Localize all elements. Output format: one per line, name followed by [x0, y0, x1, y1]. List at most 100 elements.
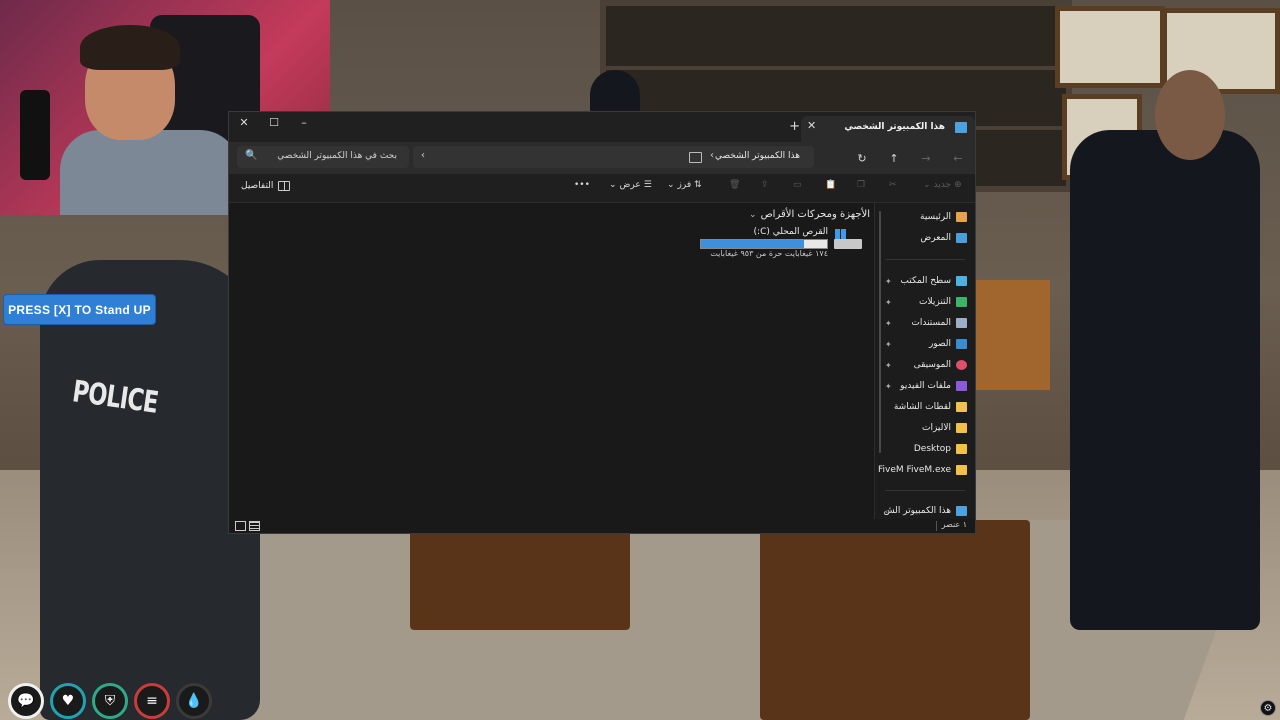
- nav-item-downloads[interactable]: التنزيلات ✦: [875, 292, 975, 312]
- drive-icon: [834, 229, 862, 251]
- chevron-down-icon: ⌄: [923, 180, 931, 190]
- delete-icon[interactable]: 🗑: [729, 180, 740, 190]
- file-explorer-window: ✕ ☐ – + هذا الكمبيوتر الشخصي ✕ 🔍 بحث في …: [228, 111, 976, 534]
- forward-button[interactable]: →: [917, 150, 935, 166]
- nav-label: الرئيسية: [920, 212, 951, 222]
- music-icon: [956, 360, 967, 370]
- view-button[interactable]: ⌄ عرض ☰: [609, 180, 652, 190]
- nav-item-screenshots[interactable]: لقطات الشاشة: [875, 397, 975, 417]
- chevron-down-icon: ⌄: [667, 180, 675, 190]
- police-officer: [1070, 130, 1260, 630]
- main-content: الأجهزة ومحركات الأقراص ⌄ القرص المحلي (…: [229, 203, 874, 521]
- copy-icon[interactable]: ❐: [857, 180, 865, 190]
- sort-icon: ⇅: [694, 180, 702, 190]
- settings-icon: ⚙: [1260, 700, 1276, 716]
- video-icon: [956, 381, 967, 391]
- share-icon[interactable]: ⇪: [761, 180, 769, 190]
- status-divider: [936, 521, 937, 531]
- chat-icon: 💬: [8, 683, 44, 719]
- tab-close-icon[interactable]: ✕: [807, 119, 816, 132]
- nav-item-fivem[interactable]: FiveM FiveM.exe: [875, 460, 975, 480]
- details-label: التفاصيل: [241, 181, 274, 191]
- status-bar: ١ عنصر: [229, 519, 975, 533]
- tiles-view-icon[interactable]: [235, 521, 246, 531]
- view-label: عرض: [619, 180, 641, 190]
- address-bar-row: 🔍 بحث في هذا الكمبيوتر الشخصي › هذا الكم…: [229, 142, 975, 174]
- status-hud: 💬 ♥ ⛨ ≡ 💧: [8, 683, 212, 719]
- chevron-icon[interactable]: ›: [885, 507, 888, 516]
- group-header[interactable]: الأجهزة ومحركات الأقراص ⌄: [749, 209, 870, 220]
- nav-label: التنزيلات: [919, 297, 951, 307]
- more-options-button[interactable]: •••: [574, 180, 590, 190]
- nav-item-this-pc[interactable]: هذا الكمبيوتر الش ›: [875, 501, 975, 521]
- armor-icon: ⛨: [92, 683, 128, 719]
- navigation-pane: الرئيسية المعرض سطح المكتب ✦ التنزيلات ✦…: [874, 203, 975, 521]
- nav-label: ملفات الفيديو: [900, 381, 951, 391]
- officer-head: [1155, 70, 1225, 160]
- nav-label: FiveM FiveM.exe: [878, 465, 951, 475]
- drive-space-text: ١٧٤ غيغابايت حرة من ٩٥٣ غيغابايت: [710, 249, 828, 258]
- nav-item-home[interactable]: الرئيسية: [875, 207, 975, 227]
- document-icon: [956, 318, 967, 328]
- sort-button[interactable]: ⌄ فرز ⇅: [667, 180, 702, 190]
- nav-label: الاليزات: [921, 423, 951, 433]
- police-officer: [590, 70, 640, 115]
- computer-icon: [689, 152, 702, 163]
- chevron-down-icon: ⌄: [609, 180, 617, 190]
- item-count: ١ عنصر: [941, 520, 967, 529]
- pictures-icon: [956, 339, 967, 349]
- new-button[interactable]: ⌄ جديد ⊕: [923, 180, 962, 190]
- up-button[interactable]: ↑: [885, 150, 903, 166]
- certificate-frame: [1055, 6, 1165, 88]
- nav-item-gallery[interactable]: المعرض: [875, 228, 975, 248]
- nav-item-desktop[interactable]: سطح المكتب ✦: [875, 271, 975, 291]
- chevron-right-icon[interactable]: ›: [710, 150, 714, 161]
- drive-name: القرص المحلي (C:): [753, 227, 828, 237]
- chevron-icon[interactable]: ›: [421, 150, 425, 161]
- rename-icon[interactable]: ▭: [793, 180, 802, 190]
- pin-icon: ✦: [885, 318, 892, 328]
- title-bar: ✕ ☐ – + هذا الكمبيوتر الشخصي ✕: [229, 112, 975, 142]
- maximize-button[interactable]: ☐: [259, 112, 289, 132]
- minimize-button[interactable]: –: [289, 112, 319, 132]
- drive-usage-fill: [701, 240, 805, 248]
- search-placeholder: بحث في هذا الكمبيوتر الشخصي: [277, 151, 397, 161]
- pin-icon: ✦: [885, 297, 892, 307]
- paste-icon[interactable]: 📋: [825, 180, 836, 190]
- nav-divider: [885, 490, 965, 491]
- new-label: جديد: [933, 180, 952, 190]
- nav-item-desktop-en[interactable]: Desktop: [875, 439, 975, 459]
- drive-c[interactable]: القرص المحلي (C:) ١٧٤ غيغابايت حرة من ٩٥…: [692, 227, 862, 263]
- nav-label: المستندات: [911, 318, 951, 328]
- breadcrumb[interactable]: هذا الكمبيوتر الشخصي: [715, 151, 800, 161]
- nav-item-documents[interactable]: المستندات ✦: [875, 313, 975, 333]
- search-input[interactable]: 🔍 بحث في هذا الكمبيوتر الشخصي: [237, 146, 409, 168]
- nav-item-pictures[interactable]: الصور ✦: [875, 334, 975, 354]
- details-button[interactable]: التفاصيل: [241, 181, 291, 191]
- address-bar[interactable]: › هذا الكمبيوتر الشخصي ›: [413, 146, 814, 168]
- back-button[interactable]: ←: [949, 150, 967, 166]
- player-character: POLICE: [40, 260, 260, 720]
- group-title: الأجهزة ومحركات الأقراص: [760, 209, 870, 220]
- pin-icon: ✦: [885, 339, 892, 349]
- nav-item-files[interactable]: الاليزات: [875, 418, 975, 438]
- plus-icon: ⊕: [954, 180, 962, 190]
- stand-up-prompt: PRESS [X] TO Stand UP: [4, 295, 155, 324]
- nav-label: سطح المكتب: [900, 276, 951, 286]
- microphone: [20, 90, 50, 180]
- refresh-button[interactable]: ↻: [853, 150, 871, 166]
- new-tab-button[interactable]: +: [789, 119, 800, 134]
- details-view-icon[interactable]: [249, 521, 260, 531]
- pin-icon: ✦: [885, 360, 892, 370]
- close-window-button[interactable]: ✕: [229, 112, 259, 132]
- nav-item-music[interactable]: الموسيقى ✦: [875, 355, 975, 375]
- nav-item-videos[interactable]: ملفات الفيديو ✦: [875, 376, 975, 396]
- tab-this-pc[interactable]: هذا الكمبيوتر الشخصي ✕: [801, 116, 975, 142]
- folder-icon: [956, 444, 967, 454]
- nav-label: الصور: [928, 339, 951, 349]
- view-icon: ☰: [643, 180, 652, 190]
- health-icon: ♥: [50, 683, 86, 719]
- cut-icon[interactable]: ✂: [889, 180, 897, 190]
- nav-divider: [885, 259, 965, 260]
- nav-label: Desktop: [913, 444, 951, 454]
